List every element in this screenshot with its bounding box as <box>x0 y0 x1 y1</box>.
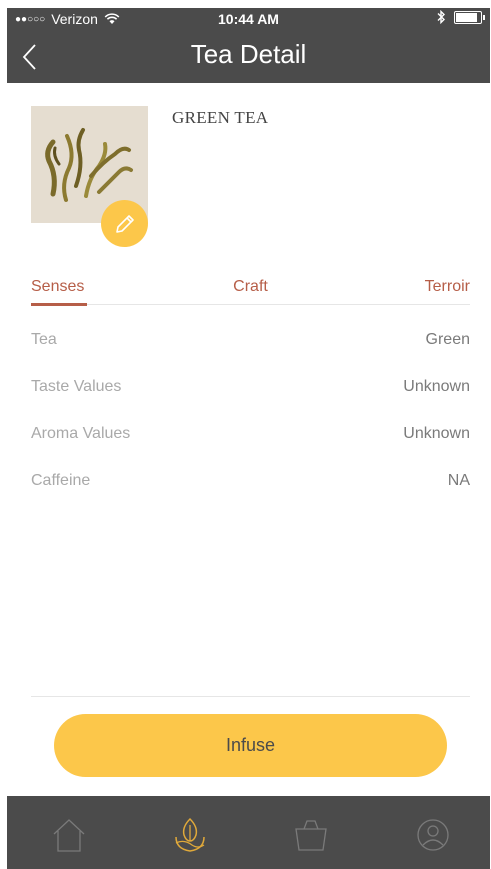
tea-leaf-icon[interactable] <box>170 815 210 855</box>
tab-craft[interactable]: Craft <box>31 278 470 296</box>
detail-label: Aroma Values <box>31 425 131 442</box>
detail-value: Unknown <box>403 425 470 442</box>
bluetooth-icon <box>437 10 445 24</box>
edit-image-button[interactable] <box>101 200 148 247</box>
status-time: 10:44 AM <box>218 11 279 27</box>
detail-row-taste: Taste Values Unknown <box>31 378 470 425</box>
detail-label: Tea <box>31 331 57 348</box>
profile-icon[interactable] <box>413 815 453 855</box>
detail-label: Taste Values <box>31 378 122 395</box>
divider <box>31 696 470 697</box>
detail-list: Tea Green Taste Values Unknown Aroma Val… <box>31 331 470 519</box>
status-bar: ●●○○○ Verizon 10:44 AM <box>7 8 490 30</box>
battery-icon <box>454 10 485 24</box>
detail-label: Caffeine <box>31 472 91 489</box>
detail-row-aroma: Aroma Values Unknown <box>31 425 470 472</box>
detail-row-caffeine: Caffeine NA <box>31 472 470 519</box>
detail-value: NA <box>447 472 470 489</box>
navigation-bar: Tea Detail <box>7 30 490 83</box>
infuse-button[interactable]: Infuse <box>54 714 447 777</box>
detail-value: Green <box>425 331 470 348</box>
home-icon[interactable] <box>49 815 89 855</box>
active-tab-indicator <box>31 303 87 306</box>
app-header: ●●○○○ Verizon 10:44 AM Tea Detail <box>7 8 490 83</box>
tea-name: GREEN TEA <box>172 108 269 127</box>
detail-tabs: Senses Craft Terroir <box>31 278 470 306</box>
pencil-icon <box>115 214 134 233</box>
detail-row-tea: Tea Green <box>31 331 470 378</box>
detail-value: Unknown <box>403 378 470 395</box>
tab-terroir[interactable]: Terroir <box>425 278 470 296</box>
page-title: Tea Detail <box>190 39 307 69</box>
basket-icon[interactable] <box>291 815 331 855</box>
bottom-tab-bar <box>7 796 490 869</box>
